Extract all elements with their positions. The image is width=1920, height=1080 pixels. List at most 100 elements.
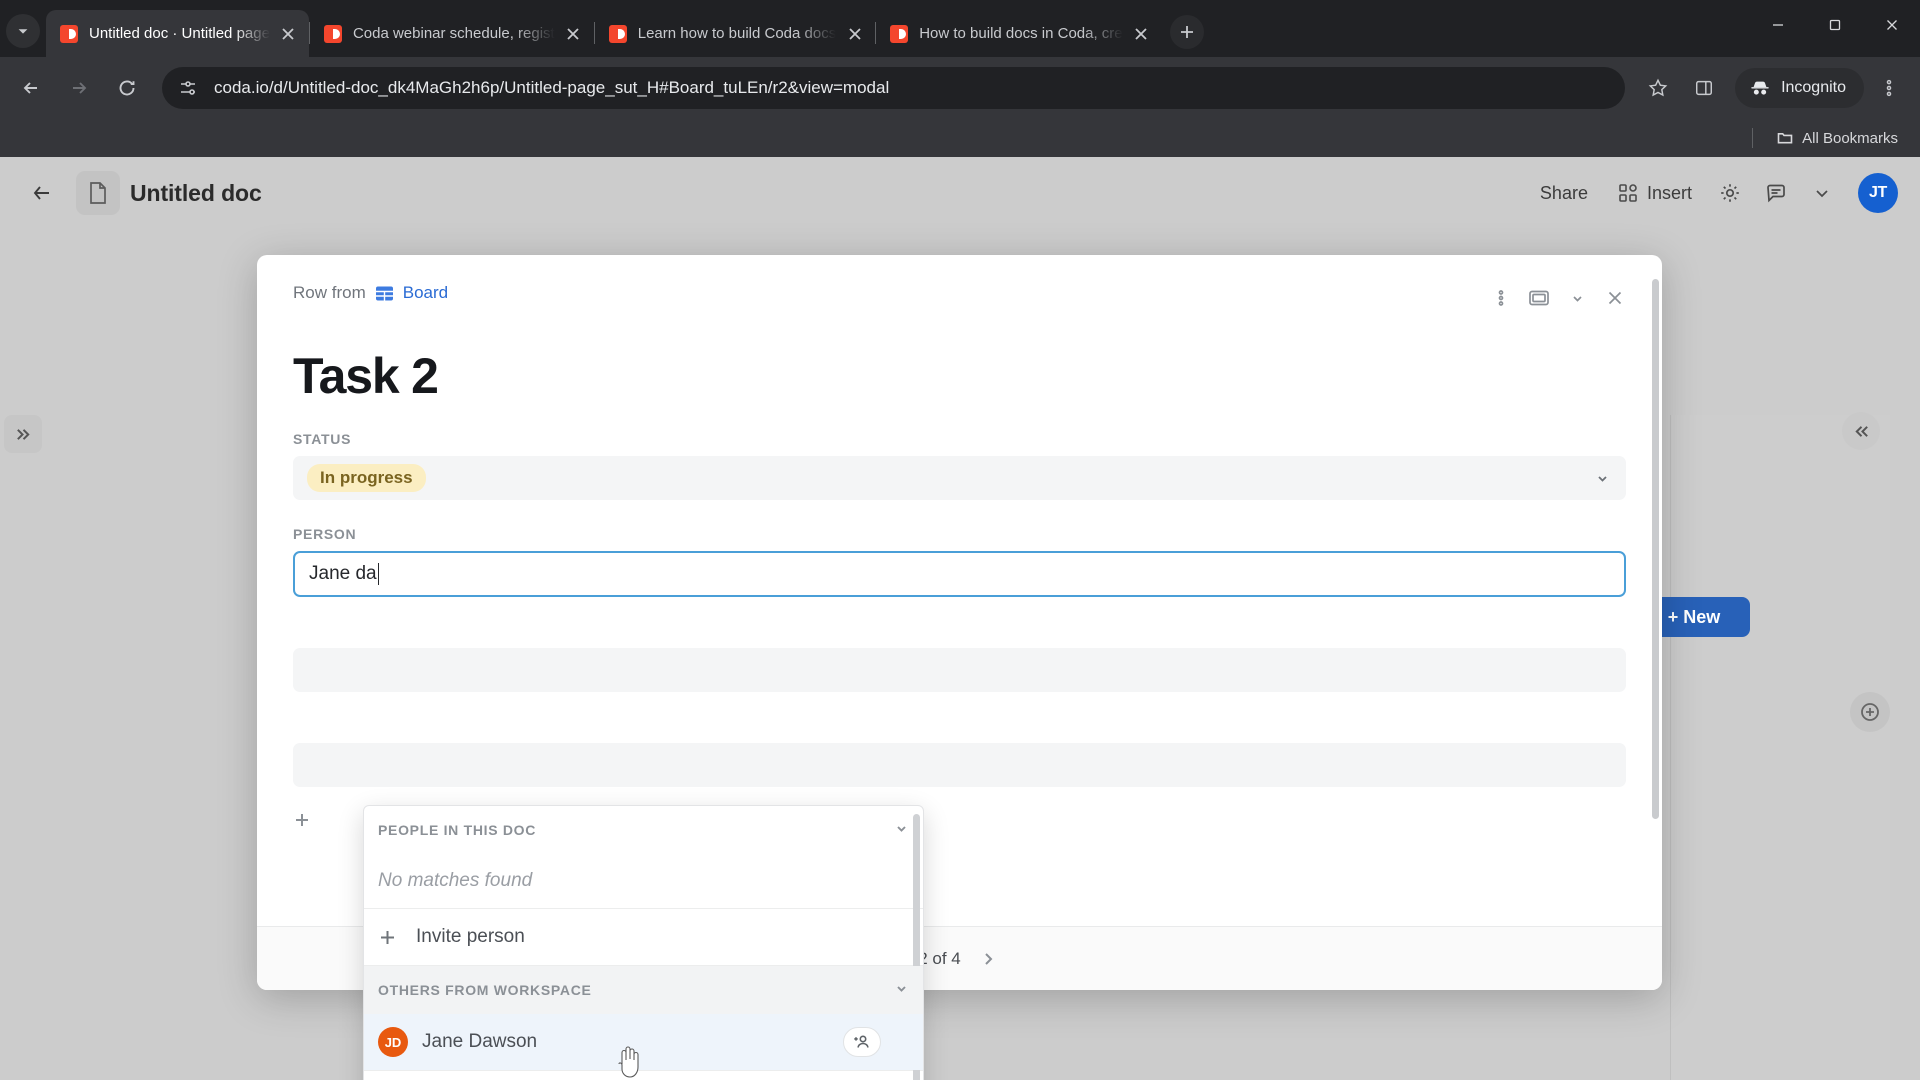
minimize-button[interactable] xyxy=(1749,0,1806,50)
close-icon xyxy=(1608,291,1622,305)
reload-button[interactable] xyxy=(106,67,148,109)
tab-close-button[interactable] xyxy=(276,21,301,46)
add-person-button[interactable] xyxy=(843,1027,881,1057)
next-row-button[interactable] xyxy=(975,946,1001,972)
chevron-down-icon xyxy=(18,29,28,34)
doc-header: Untitled doc Share Insert JT xyxy=(0,157,1920,229)
avatar: JD xyxy=(378,1027,408,1057)
row-title[interactable]: Task 2 xyxy=(293,347,1626,405)
chevron-down-icon[interactable] xyxy=(894,821,909,839)
insert-button[interactable]: Insert xyxy=(1606,175,1704,212)
section-people-in-doc[interactable]: PEOPLE IN THIS DOC xyxy=(364,806,923,854)
page-title: Untitled doc xyxy=(130,179,262,206)
close-window-button[interactable] xyxy=(1863,0,1920,50)
invite-person-item[interactable]: Invite person xyxy=(364,909,923,965)
tab-strip: Untitled doc · Untitled page Coda webina… xyxy=(0,0,1920,57)
maximize-button[interactable] xyxy=(1806,0,1863,50)
chevron-down-icon[interactable] xyxy=(894,981,909,999)
chevrons-left-icon xyxy=(1854,425,1868,437)
field-person: PERSON Jane da xyxy=(293,526,1626,597)
insert-label: Insert xyxy=(1646,182,1692,203)
chevrons-right-icon xyxy=(16,428,30,440)
incognito-label: Incognito xyxy=(1781,79,1846,96)
modal-layout-button[interactable] xyxy=(1522,281,1556,315)
share-button[interactable]: Share xyxy=(1528,175,1600,212)
comment-icon xyxy=(1767,184,1785,203)
close-icon xyxy=(1135,27,1147,40)
add-block-button[interactable] xyxy=(1850,692,1890,732)
incognito-icon xyxy=(1751,81,1769,95)
bookmarks-bar: All Bookmarks xyxy=(0,119,1920,157)
tab-close-button[interactable] xyxy=(842,21,867,46)
new-tab-button[interactable] xyxy=(1169,15,1204,49)
back-button[interactable] xyxy=(10,67,52,109)
field-d2: D xyxy=(293,718,1626,787)
coda-favicon xyxy=(323,24,342,43)
browser-tab-0[interactable]: Untitled doc · Untitled page xyxy=(46,10,309,57)
three-dot-menu-icon xyxy=(1498,290,1504,306)
chevron-right-icon xyxy=(985,952,993,965)
section-label: PEOPLE IN THIS DOC xyxy=(378,821,537,838)
section-label: OTHERS FROM WORKSPACE xyxy=(378,981,592,998)
coda-favicon xyxy=(890,24,909,43)
forward-arrow-icon xyxy=(73,82,87,94)
tab-close-button[interactable] xyxy=(561,21,586,46)
document-icon xyxy=(90,182,106,204)
settings-button[interactable] xyxy=(1710,173,1750,213)
doc-header-actions: Share Insert JT xyxy=(1528,173,1898,213)
field-value-d2[interactable] xyxy=(293,743,1626,787)
side-panel-button[interactable] xyxy=(1683,67,1725,109)
maximize-icon xyxy=(1829,19,1840,31)
browser-tab-2[interactable]: Learn how to build Coda docs xyxy=(595,10,875,57)
side-panel-icon xyxy=(1696,80,1713,96)
coda-favicon xyxy=(60,24,78,43)
field-value-status[interactable]: In progress xyxy=(293,456,1626,500)
site-settings-icon[interactable] xyxy=(178,78,198,98)
person-input[interactable]: Jane da xyxy=(293,551,1626,597)
person-option-jane-dawson[interactable]: JD Jane Dawson xyxy=(364,1014,923,1070)
three-dot-menu-icon xyxy=(1886,79,1892,97)
close-icon xyxy=(1886,20,1897,30)
section-others-from-workspace[interactable]: OTHERS FROM WORKSPACE xyxy=(364,966,923,1014)
minimize-icon xyxy=(1772,24,1783,26)
comments-button[interactable] xyxy=(1756,173,1796,213)
status-badge: In progress xyxy=(307,464,426,492)
more-options-button[interactable] xyxy=(1802,173,1842,213)
tab-search-button[interactable] xyxy=(6,14,40,48)
browser-menu-button[interactable] xyxy=(1868,67,1910,109)
close-icon xyxy=(282,27,295,40)
section-others-from-slack[interactable]: OTHERS FROM SLACK xyxy=(364,1071,923,1080)
plus-icon xyxy=(381,930,394,944)
incognito-indicator[interactable]: Incognito xyxy=(1735,68,1864,108)
close-icon xyxy=(567,27,579,40)
window-controls xyxy=(1749,0,1920,50)
bookmark-button[interactable] xyxy=(1637,67,1679,109)
expand-sidebar-button[interactable] xyxy=(4,415,42,453)
modal-more-button[interactable] xyxy=(1484,281,1518,315)
forward-button[interactable] xyxy=(58,67,100,109)
user-avatar[interactable]: JT xyxy=(1858,173,1898,213)
breadcrumb: Row from Board xyxy=(293,283,1626,303)
plus-icon xyxy=(1180,26,1193,38)
card-layout-icon xyxy=(1529,290,1549,306)
close-icon xyxy=(849,27,861,40)
collapse-right-panel-button[interactable] xyxy=(1842,412,1880,450)
tab-close-button[interactable] xyxy=(1129,21,1154,46)
reload-icon xyxy=(119,80,135,96)
doc-back-button[interactable] xyxy=(22,173,62,213)
coda-app: Untitled doc Share Insert JT + New Row f… xyxy=(0,157,1920,1080)
browser-tab-3[interactable]: How to build docs in Coda, cre xyxy=(876,10,1161,57)
status-dropdown-chevron[interactable] xyxy=(1595,471,1610,491)
board-link[interactable]: Board xyxy=(403,283,448,303)
field-label-person: PERSON xyxy=(293,526,357,542)
all-bookmarks-button[interactable]: All Bookmarks xyxy=(1769,126,1906,151)
tab-title: How to build docs in Coda, cre xyxy=(919,24,1123,42)
modal-close-button[interactable] xyxy=(1598,281,1632,315)
plus-icon xyxy=(1861,703,1879,721)
browser-tab-1[interactable]: Coda webinar schedule, regist xyxy=(310,10,594,57)
field-value-d1[interactable] xyxy=(293,648,1626,692)
address-bar[interactable]: coda.io/d/Untitled-doc_dk4MaGh2h6p/Untit… xyxy=(162,67,1626,109)
browser-toolbar: coda.io/d/Untitled-doc_dk4MaGh2h6p/Untit… xyxy=(0,57,1920,119)
modal-layout-dropdown[interactable] xyxy=(1560,281,1594,315)
doc-icon-button[interactable] xyxy=(76,171,120,215)
